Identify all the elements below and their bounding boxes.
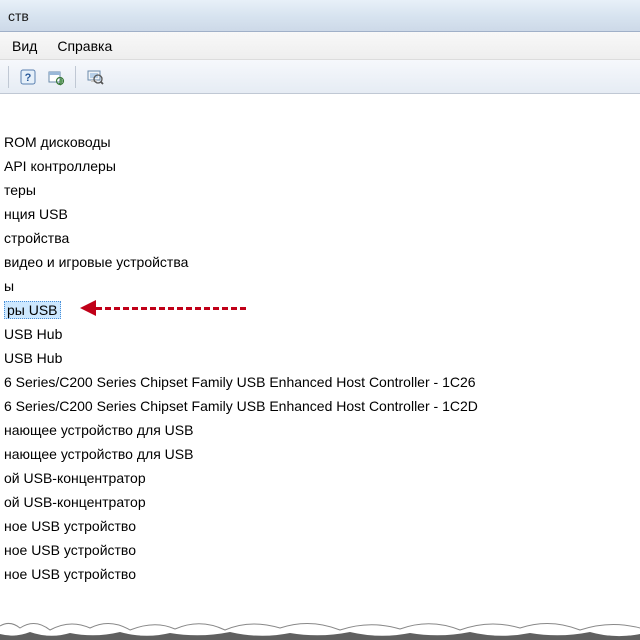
menubar: Вид Справка (0, 32, 640, 60)
window-title: ств (8, 8, 29, 24)
device-tree[interactable]: ROM дисководы API контроллеры теры нция … (0, 94, 640, 586)
arrow-body (96, 307, 246, 310)
tree-item[interactable]: ное USB устройство (0, 514, 640, 538)
tree-item[interactable]: API контроллеры (0, 154, 640, 178)
torn-edge (0, 616, 640, 640)
menu-help[interactable]: Справка (47, 34, 122, 58)
tree-item[interactable]: ROM дисководы (0, 130, 640, 154)
properties-icon[interactable] (43, 64, 69, 90)
annotation-arrow (80, 300, 246, 316)
tree-item[interactable]: ой USB-концентратор (0, 466, 640, 490)
toolbar: ? (0, 60, 640, 94)
arrow-left-icon (80, 300, 96, 316)
tree-item[interactable]: ное USB устройство (0, 562, 640, 586)
tree-item[interactable]: ы (0, 274, 640, 298)
toolbar-separator (75, 66, 76, 88)
tree-item[interactable]: нающее устройство для USB (0, 442, 640, 466)
scan-icon[interactable] (82, 64, 108, 90)
tree-item[interactable]: 6 Series/C200 Series Chipset Family USB … (0, 370, 640, 394)
tree-item[interactable]: ой USB-концентратор (0, 490, 640, 514)
tree-item[interactable]: USB Hub (0, 346, 640, 370)
tree-item[interactable]: нция USB (0, 202, 640, 226)
tree-item[interactable]: теры (0, 178, 640, 202)
tree-item[interactable]: видео и игровые устройства (0, 250, 640, 274)
tree-item[interactable]: нающее устройство для USB (0, 418, 640, 442)
tree-item[interactable]: ное USB устройство (0, 538, 640, 562)
tree-item[interactable]: 6 Series/C200 Series Chipset Family USB … (0, 394, 640, 418)
window-titlebar: ств (0, 0, 640, 32)
help-icon[interactable]: ? (15, 64, 41, 90)
tree-item[interactable]: стройства (0, 226, 640, 250)
tree-item[interactable]: USB Hub (0, 322, 640, 346)
svg-text:?: ? (25, 72, 32, 84)
toolbar-separator (8, 66, 9, 88)
menu-view[interactable]: Вид (2, 34, 47, 58)
